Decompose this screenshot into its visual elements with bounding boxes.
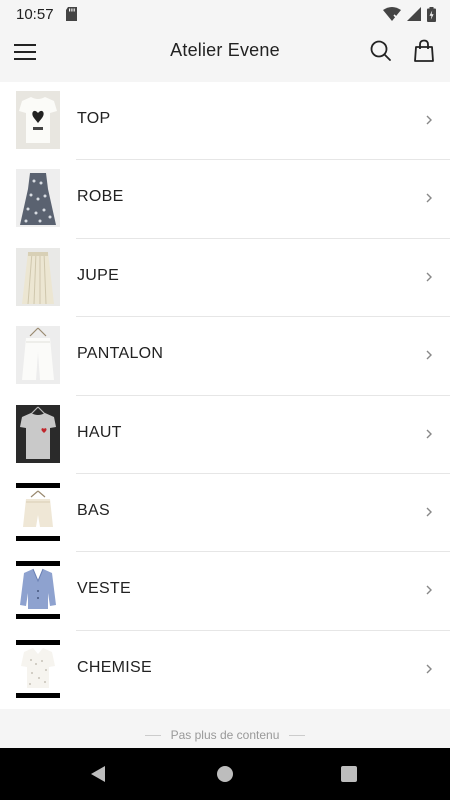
- category-label: HAUT: [77, 423, 122, 441]
- product-thumbnail: [16, 561, 60, 620]
- chevron-right-icon: [426, 664, 432, 674]
- shopping-bag-icon[interactable]: [412, 38, 436, 64]
- divider-line: [144, 734, 161, 736]
- product-thumbnail: [16, 482, 60, 541]
- status-time: 10:57: [16, 5, 54, 23]
- product-thumbnail: [16, 326, 60, 385]
- signal-icon: [407, 7, 421, 21]
- home-icon[interactable]: [217, 766, 233, 782]
- category-label: TOP: [77, 110, 111, 127]
- status-bar: 10:57: [0, 0, 450, 28]
- app-header: Atelier Evene: [0, 28, 450, 76]
- product-thumbnail: [16, 639, 60, 698]
- chevron-right-icon: [426, 507, 432, 517]
- recents-icon[interactable]: [341, 766, 357, 782]
- category-label: PANTALON: [77, 345, 164, 363]
- sd-card-icon: [65, 7, 77, 21]
- chevron-right-icon: [426, 429, 432, 439]
- category-item-veste[interactable]: VESTE: [0, 552, 450, 632]
- chevron-right-icon: [426, 115, 432, 125]
- chevron-right-icon: [426, 585, 432, 595]
- category-item-top[interactable]: TOP: [0, 82, 450, 161]
- battery-icon: [427, 6, 436, 22]
- divider-line: [289, 734, 306, 736]
- product-thumbnail: [16, 91, 60, 149]
- category-list: TOP ROBE JUPE PANTALON HAUT BAS VESTE CH…: [0, 82, 450, 710]
- category-label: JUPE: [77, 266, 120, 284]
- end-of-content-text: Pas plus de contenu: [170, 728, 280, 742]
- category-item-robe[interactable]: ROBE: [0, 160, 450, 240]
- back-icon[interactable]: [90, 765, 106, 783]
- chevron-right-icon: [426, 350, 432, 360]
- status-icons: [383, 6, 436, 22]
- system-nav-bar: [0, 748, 450, 800]
- product-thumbnail: [16, 169, 60, 228]
- category-item-chemise[interactable]: CHEMISE: [0, 631, 450, 709]
- category-item-haut[interactable]: HAUT: [0, 396, 450, 475]
- category-label: BAS: [77, 501, 110, 519]
- product-thumbnail: [16, 247, 60, 306]
- wifi-icon: [383, 7, 401, 21]
- category-label: CHEMISE: [77, 658, 152, 676]
- product-thumbnail: [16, 404, 60, 463]
- category-label: ROBE: [77, 188, 124, 206]
- chevron-right-icon: [426, 193, 432, 203]
- end-of-content: Pas plus de contenu: [0, 728, 450, 742]
- category-label: VESTE: [77, 580, 131, 598]
- category-item-jupe[interactable]: JUPE: [0, 239, 450, 318]
- chevron-right-icon: [426, 272, 432, 282]
- category-item-pantalon[interactable]: PANTALON: [0, 317, 450, 396]
- category-item-bas[interactable]: BAS: [0, 474, 450, 553]
- search-icon[interactable]: [369, 38, 393, 64]
